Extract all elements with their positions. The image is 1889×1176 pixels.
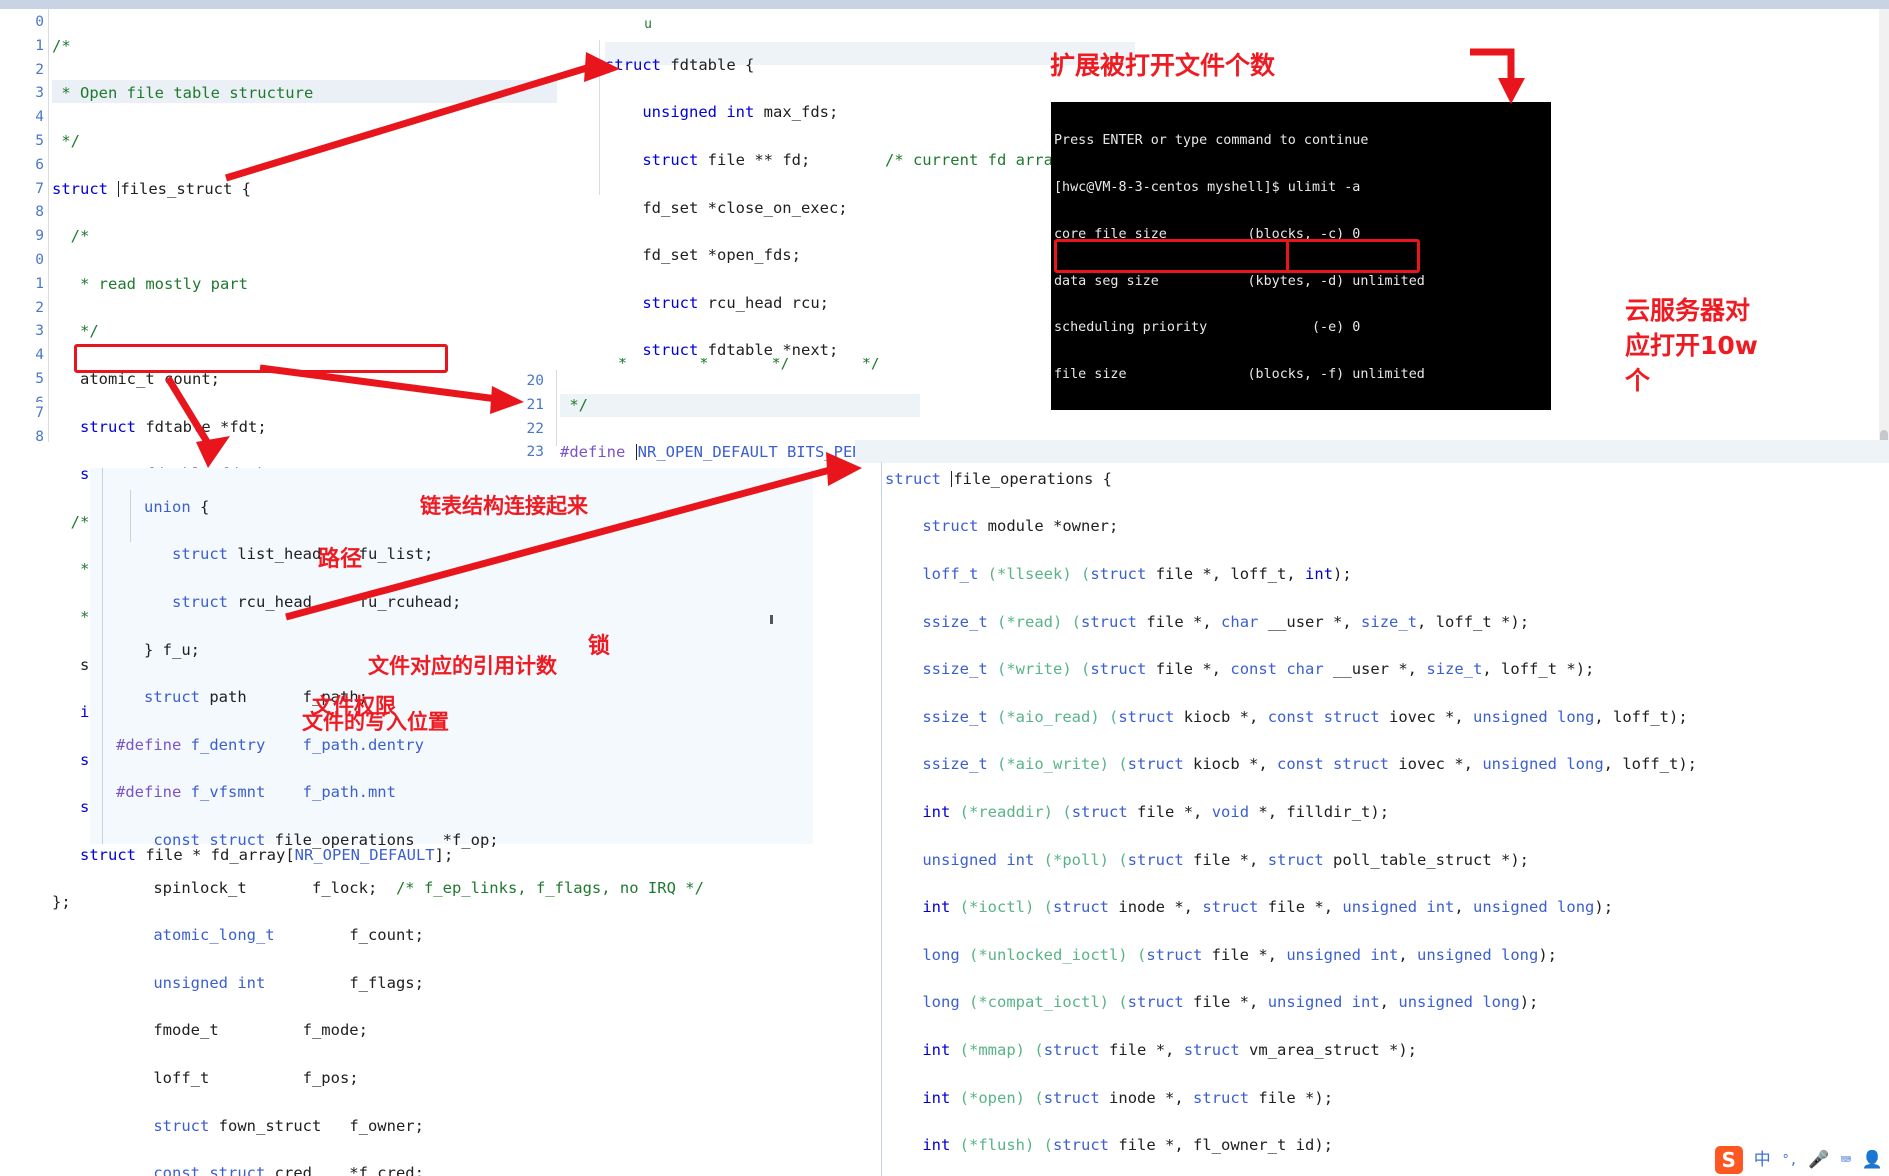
annotation-write-position: 文件的写入位置 — [302, 710, 449, 734]
text-cursor-marker — [770, 615, 773, 624]
annotation-expand-open-files: 扩展被打开文件个数 — [1050, 51, 1276, 80]
microphone-icon[interactable]: 🎤 — [1808, 1151, 1829, 1169]
indent-guide — [102, 468, 103, 844]
line-number: 1 — [35, 37, 44, 54]
code-pane-files-struct-tail: 7 8 — [0, 402, 60, 445]
terminal-window[interactable]: Press ENTER or type command to continue … — [1051, 102, 1551, 410]
partial-line-above: u — [605, 20, 652, 29]
line-number: 5 — [35, 133, 44, 149]
annotation-lock: 锁 — [588, 634, 611, 659]
gutter-divider — [48, 9, 49, 409]
struct-file-code: union { struct list_head fu_list; struct… — [116, 497, 704, 1176]
line-number: 20 — [526, 373, 544, 389]
code-pane-file-operations[interactable]: struct file_operations { struct module *… — [855, 440, 1889, 1176]
line-number: 9 — [35, 228, 44, 245]
line-number: 22 — [526, 420, 544, 437]
chinese-english-toggle-icon[interactable]: 中 — [1754, 1151, 1771, 1169]
editor-top-strip — [0, 0, 1889, 9]
line-number: 5 — [35, 371, 44, 387]
user-icon[interactable]: 👤 — [1862, 1151, 1883, 1169]
line-number: 0 — [35, 252, 44, 268]
file-operations-code: struct file_operations { struct module *… — [885, 469, 1697, 1155]
line-number: 21 — [526, 396, 544, 413]
terminal-line: [hwc@VM-8-3-centos myshell]$ ulimit -a — [1054, 179, 1361, 195]
line-number: 7 — [35, 405, 44, 421]
indent-guide — [881, 462, 882, 1176]
sogou-logo-icon[interactable]: S — [1714, 1146, 1743, 1174]
line-number: 6 — [35, 156, 44, 173]
line-number: 1 — [35, 275, 44, 292]
partial-comment-fragment: * * */ _ */ — [600, 358, 880, 370]
annotation-ref-count: 文件对应的引用计数 — [368, 654, 557, 678]
terminal-line: scheduling priority (-e) 0 — [1054, 320, 1361, 336]
annotation-linked-list: 链表结构连接起来 — [420, 494, 588, 518]
line-number: 8 — [35, 428, 44, 445]
line-number: 2 — [35, 299, 44, 316]
line-number: 8 — [35, 204, 44, 221]
line-number: 2 — [35, 61, 44, 78]
code-pane-nr-open-default[interactable]: */ #define NR_OPEN_DEFAULT BITS_PER_LONG… — [500, 370, 920, 557]
punctuation-icon[interactable]: °, — [1782, 1154, 1798, 1167]
terminal-line: data seg size (kbytes, -d) unlimited — [1054, 273, 1425, 289]
terminal-line: Press ENTER or type command to continue — [1054, 133, 1369, 149]
ime-tray[interactable]: S 中 °, 🎤 ⌨ 👤 — [1714, 1146, 1883, 1174]
gutter-divider — [599, 40, 600, 195]
screenshot-root: /* * Open file table structure */ struct… — [0, 0, 1889, 1176]
keyboard-icon[interactable]: ⌨ — [1841, 1151, 1851, 1169]
code-pane-files-struct[interactable]: /* * Open file table structure */ struct… — [0, 9, 560, 911]
line-number: 0 — [35, 14, 44, 30]
annotation-path: 路径 — [318, 547, 363, 572]
line-number: 23 — [526, 444, 544, 461]
line-number: 3 — [35, 323, 44, 340]
line-number: 4 — [35, 109, 44, 126]
line-number: 3 — [35, 85, 44, 102]
annotation-cloud-server: 云服务器对 应打开10w 个 — [1625, 296, 1758, 395]
terminal-line: core file size (blocks, -c) 0 — [1054, 226, 1361, 242]
terminal-line: file size (blocks, -f) unlimited — [1054, 367, 1425, 383]
line-number: 4 — [35, 347, 44, 364]
line-number: 7 — [35, 180, 44, 197]
